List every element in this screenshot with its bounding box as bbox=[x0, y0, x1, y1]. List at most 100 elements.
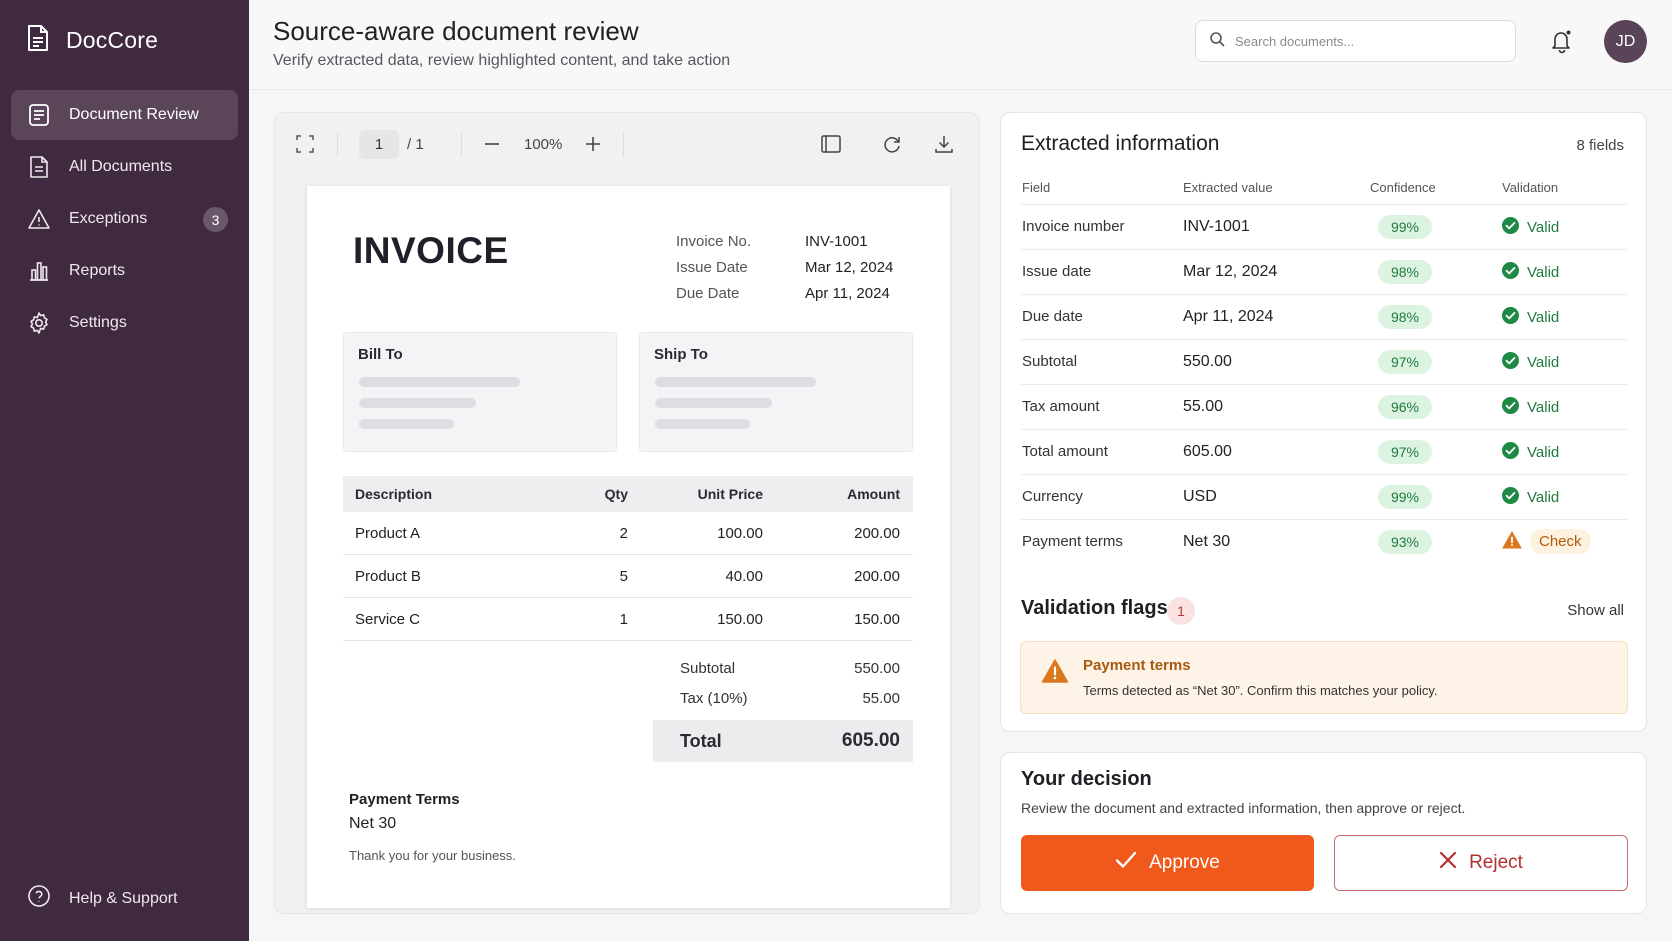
tax-label: Tax (10%) bbox=[680, 690, 748, 707]
subtotal-value: 550.00 bbox=[854, 660, 900, 677]
search-box[interactable] bbox=[1195, 20, 1516, 62]
validation-label: Valid bbox=[1527, 309, 1560, 326]
validation-flag-card[interactable]: Payment terms Terms detected as “Net 30”… bbox=[1020, 641, 1628, 714]
field-name: Due date bbox=[1022, 308, 1083, 325]
extracted-value: Apr 11, 2024 bbox=[1183, 308, 1274, 325]
sidebar-item-reports[interactable]: Reports bbox=[11, 246, 238, 296]
extracted-value: 605.00 bbox=[1183, 443, 1232, 460]
extracted-value: INV-1001 bbox=[1183, 218, 1250, 235]
item-unit-price: 40.00 bbox=[725, 568, 763, 585]
rotate-icon[interactable] bbox=[879, 131, 905, 157]
validation-flags-title: Validation flags bbox=[1021, 597, 1168, 619]
thank-you-note: Thank you for your business. bbox=[349, 848, 516, 863]
extracted-information-panel: Extracted information 8 fields Field Ext… bbox=[1000, 112, 1647, 732]
zoom-in-icon[interactable] bbox=[580, 131, 606, 157]
extracted-title: Extracted information bbox=[1021, 132, 1220, 155]
sidebar-item-settings[interactable]: Settings bbox=[11, 298, 238, 348]
ship-to-box: Ship To bbox=[639, 332, 913, 452]
column-header: Unit Price bbox=[697, 486, 763, 502]
zoom-out-icon[interactable] bbox=[479, 131, 505, 157]
extracted-value: 55.00 bbox=[1183, 398, 1224, 415]
brand[interactable]: DocCore bbox=[26, 24, 158, 57]
sidebar-item-label: Settings bbox=[69, 314, 127, 331]
issue-date-value: Mar 12, 2024 bbox=[805, 259, 894, 276]
validation-status[interactable]: Check bbox=[1502, 529, 1591, 554]
field-name: Payment terms bbox=[1022, 533, 1123, 550]
subtotal-label: Subtotal bbox=[680, 660, 736, 677]
validation-status: Valid bbox=[1502, 487, 1559, 508]
extracted-row[interactable]: Tax amount 55.00 96% Valid bbox=[1021, 384, 1628, 429]
extracted-row[interactable]: Payment terms Net 30 93% Check bbox=[1021, 519, 1628, 564]
payment-terms-label: Payment Terms bbox=[349, 791, 460, 808]
validation-label: Valid bbox=[1527, 264, 1560, 281]
ship-to-label: Ship To bbox=[654, 346, 708, 363]
confidence-badge: 93% bbox=[1378, 530, 1432, 554]
check-circle-icon bbox=[1502, 217, 1519, 238]
search-input[interactable] bbox=[1235, 33, 1495, 49]
extracted-row[interactable]: Subtotal 550.00 97% Valid bbox=[1021, 339, 1628, 384]
user-avatar[interactable]: JD bbox=[1604, 20, 1647, 63]
field-name: Total amount bbox=[1022, 443, 1108, 460]
flag-title: Payment terms bbox=[1083, 657, 1191, 674]
flags-count-badge: 1 bbox=[1167, 597, 1195, 625]
warning-icon bbox=[27, 207, 51, 231]
document-viewer: / 1 100% INVOICE Invoice No. INV-1001 Is… bbox=[274, 112, 980, 914]
checkmark-icon bbox=[1115, 851, 1137, 875]
check-circle-icon bbox=[1502, 442, 1519, 463]
help-icon bbox=[27, 884, 51, 913]
approve-button[interactable]: Approve bbox=[1021, 835, 1314, 891]
sidebar-item-all-documents[interactable]: All Documents bbox=[11, 142, 238, 192]
app-name: DocCore bbox=[66, 27, 159, 53]
check-circle-icon bbox=[1502, 262, 1519, 283]
total-label: Total bbox=[680, 731, 722, 751]
notifications-bell-icon[interactable] bbox=[1549, 28, 1575, 54]
extracted-row[interactable]: Invoice number INV-1001 99% Valid bbox=[1021, 204, 1628, 249]
invoice-number-label: Invoice No. bbox=[676, 233, 752, 250]
documents-icon bbox=[27, 155, 51, 179]
page-number-input[interactable] bbox=[359, 130, 399, 159]
validation-label: Valid bbox=[1527, 219, 1560, 236]
reject-label: Reject bbox=[1469, 852, 1523, 873]
invoice-page: INVOICE Invoice No. INV-1001 Issue Date … bbox=[307, 186, 950, 908]
validation-label: Valid bbox=[1527, 354, 1560, 371]
validation-label: Valid bbox=[1527, 444, 1560, 461]
payment-terms-value: Net 30 bbox=[349, 815, 397, 832]
extracted-row[interactable]: Issue date Mar 12, 2024 98% Valid bbox=[1021, 249, 1628, 294]
table-row: Product B 5 40.00 200.00 bbox=[343, 555, 913, 598]
help-support-link[interactable]: Help & Support bbox=[27, 884, 178, 913]
confidence-badge: 97% bbox=[1378, 440, 1432, 464]
validation-label: Valid bbox=[1527, 399, 1560, 416]
table-row: Product A 2 100.00 200.00 bbox=[343, 512, 913, 555]
sidebar-item-label: Exceptions bbox=[69, 210, 148, 227]
header: Source-aware document review Verify extr… bbox=[249, 0, 1672, 90]
item-amount: 150.00 bbox=[854, 611, 900, 628]
field-name: Subtotal bbox=[1022, 353, 1078, 370]
invoice-title: INVOICE bbox=[353, 230, 509, 271]
validation-status: Valid bbox=[1502, 442, 1559, 463]
sidebar-item-document-review[interactable]: Document Review bbox=[11, 90, 238, 140]
placeholder-line bbox=[359, 419, 454, 429]
column-header: Description bbox=[355, 486, 433, 502]
reject-button[interactable]: Reject bbox=[1334, 835, 1628, 891]
field-name: Issue date bbox=[1022, 263, 1092, 280]
fullscreen-icon[interactable] bbox=[292, 131, 318, 157]
sidebar-panel-icon[interactable] bbox=[818, 131, 844, 157]
total-value: 605.00 bbox=[841, 730, 900, 751]
extracted-row[interactable]: Currency USD 99% Valid bbox=[1021, 474, 1628, 519]
decision-title: Your decision bbox=[1021, 768, 1152, 790]
extracted-row[interactable]: Total amount 605.00 97% Valid bbox=[1021, 429, 1628, 474]
item-unit-price: 150.00 bbox=[717, 611, 763, 628]
item-description: Product A bbox=[355, 525, 421, 542]
item-qty: 5 bbox=[619, 568, 628, 585]
sidebar-item-label: All Documents bbox=[69, 158, 173, 175]
zoom-level: 100% bbox=[524, 136, 563, 153]
sidebar-item-label: Document Review bbox=[69, 106, 199, 123]
extracted-row[interactable]: Due date Apr 11, 2024 98% Valid bbox=[1021, 294, 1628, 339]
validation-label: Check bbox=[1530, 529, 1591, 554]
issue-date-label: Issue Date bbox=[676, 259, 748, 276]
due-date-value: Apr 11, 2024 bbox=[805, 285, 890, 302]
download-icon[interactable] bbox=[931, 131, 957, 157]
show-all-link[interactable]: Show all bbox=[1567, 602, 1624, 619]
sidebar-item-exceptions[interactable]: Exceptions 3 bbox=[11, 194, 238, 244]
extracted-table-header: Field Extracted value Confidence Validat… bbox=[1021, 180, 1628, 204]
